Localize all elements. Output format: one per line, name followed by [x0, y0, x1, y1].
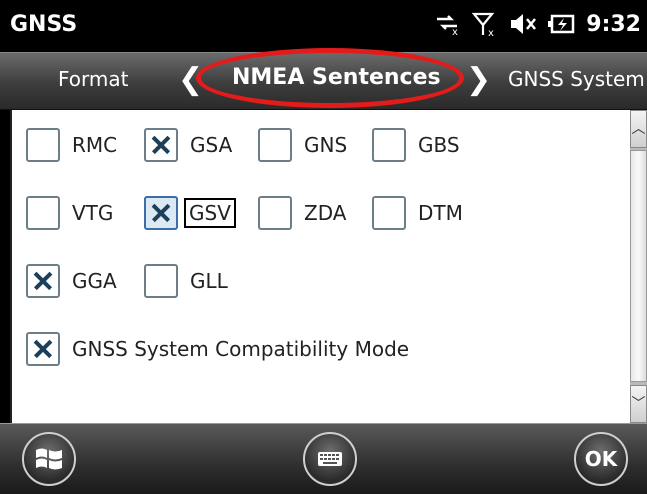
checkbox-label: GGA [72, 269, 117, 293]
keyboard-icon [318, 452, 342, 466]
checkbox-label: GNSS System Compatibility Mode [72, 337, 410, 361]
scroll-up-icon[interactable]: ︿ [630, 110, 647, 148]
vertical-scrollbar[interactable]: ︿ ﹀ [630, 110, 647, 423]
checkbox-label: GLL [190, 269, 228, 293]
checkbox-label: GSA [190, 133, 233, 157]
checkbox-gbs[interactable]: GBS [372, 128, 462, 162]
checkbox-box-checked[interactable] [144, 128, 178, 162]
checkbox-box-checked[interactable] [144, 196, 178, 230]
checkbox-label: VTG [72, 201, 114, 225]
tab-gnss-system[interactable]: GNSS System [508, 67, 645, 91]
scroll-down-icon[interactable]: ﹀ [630, 385, 647, 423]
ok-button[interactable]: OK [574, 432, 628, 486]
highlight-ring-annotation [196, 48, 464, 108]
checkbox-box[interactable] [258, 196, 292, 230]
checkbox-box[interactable] [144, 264, 178, 298]
checkbox-label: GSV [184, 198, 236, 228]
svg-text:x: x [452, 27, 458, 36]
status-bar: GNSS x x 9:32 [0, 0, 647, 52]
checkbox-box[interactable] [258, 128, 292, 162]
checkbox-rmc[interactable]: RMC [26, 128, 119, 162]
checkbox-label: DTM [418, 201, 463, 225]
checkbox-gll[interactable]: GLL [144, 264, 230, 298]
checkbox-box-checked[interactable] [26, 332, 60, 366]
checkbox-box[interactable] [26, 128, 60, 162]
checkbox-label: GNS [304, 133, 348, 157]
signal-no-service-icon[interactable]: x [470, 10, 500, 38]
checkbox-label: RMC [72, 133, 118, 157]
checkbox-label: ZDA [304, 201, 347, 225]
speaker-muted-icon[interactable] [508, 10, 538, 38]
checkbox-label: GBS [418, 133, 460, 157]
start-button[interactable] [22, 432, 76, 486]
app-title: GNSS [10, 12, 78, 37]
clock[interactable]: 9:32 [586, 12, 641, 37]
nmea-sentence-panel: RMC GSA GNS GBS VTG GSV ZDA DTM GGA GLL [10, 110, 630, 423]
scroll-thumb[interactable] [630, 150, 647, 382]
checkbox-gsa[interactable]: GSA [144, 128, 234, 162]
checkbox-gns[interactable]: GNS [258, 128, 349, 162]
tab-format[interactable]: Format [58, 67, 128, 91]
checkbox-box[interactable] [26, 196, 60, 230]
chevron-right-icon[interactable]: ❯ [466, 65, 491, 95]
bottom-bar: OK [0, 423, 647, 494]
checkbox-gsv[interactable]: GSV [144, 196, 236, 230]
checkbox-box[interactable] [372, 196, 406, 230]
checkbox-box-checked[interactable] [26, 264, 60, 298]
checkbox-vtg[interactable]: VTG [26, 196, 115, 230]
checkbox-gga[interactable]: GGA [26, 264, 119, 298]
windows-logo-icon [36, 448, 62, 470]
checkbox-dtm[interactable]: DTM [372, 196, 465, 230]
battery-charging-icon[interactable] [546, 10, 576, 38]
status-icons: x x 9:32 [432, 10, 641, 38]
keyboard-button[interactable] [303, 432, 357, 486]
checkbox-zda[interactable]: ZDA [258, 196, 348, 230]
svg-text:x: x [488, 28, 494, 37]
data-connection-icon[interactable]: x [432, 10, 462, 38]
checkbox-box[interactable] [372, 128, 406, 162]
checkbox-gnss-compatibility-mode[interactable]: GNSS System Compatibility Mode [26, 332, 411, 366]
